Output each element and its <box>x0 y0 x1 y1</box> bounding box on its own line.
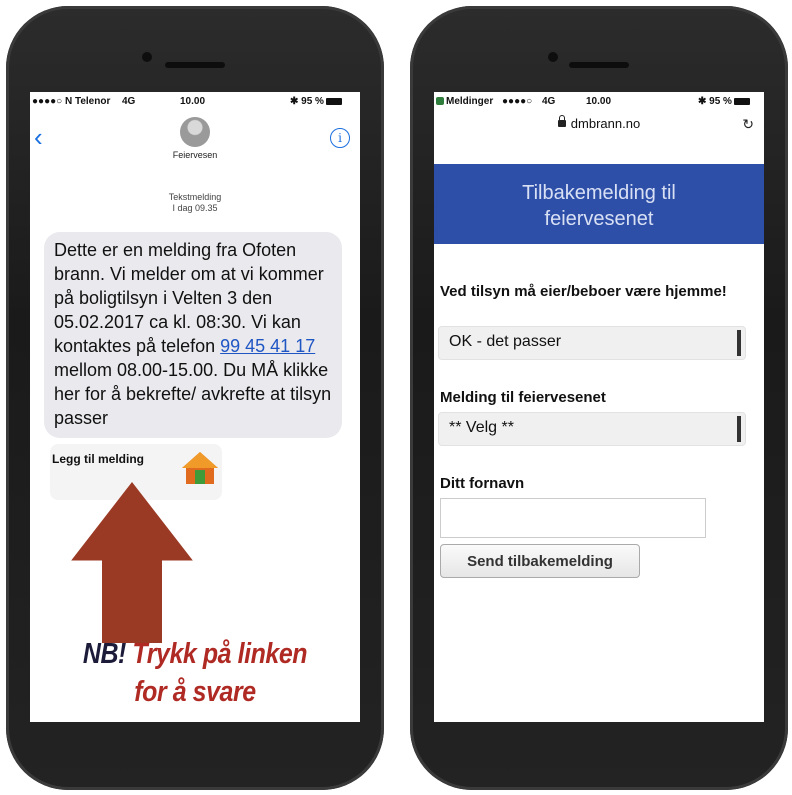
network-label: 4G <box>542 96 556 107</box>
message-select[interactable]: ** Velg ** <box>438 412 746 446</box>
callout-line-1: NB! Trykk på linken <box>53 638 337 671</box>
presence-select[interactable]: OK - det passer <box>438 326 746 360</box>
back-to-app-label[interactable]: Meldinger <box>436 96 493 107</box>
battery-icon <box>325 97 342 105</box>
front-camera <box>548 52 558 62</box>
status-bar: Meldinger ●●●●○ 4G 10.00 ✱ 95 % <box>434 96 764 110</box>
front-camera <box>142 52 152 62</box>
messages-screen: ●●●●○ N Telenor 4G 10.00 ✱ 95 % ‹ Feierv… <box>30 92 360 722</box>
signal-label: ●●●●○ <box>502 96 533 107</box>
address-bar[interactable]: dmbrann.no <box>434 115 764 136</box>
field1-label: Ved tilsyn må eier/beboer være hjemme! <box>440 283 727 300</box>
contact-name[interactable]: Feiervesen <box>30 150 360 160</box>
field2-label: Melding til feiervesenet <box>440 389 606 406</box>
callout-text-1: Trykk på linken <box>132 638 308 670</box>
earpiece-speaker <box>569 62 629 68</box>
message-text: Dette er en melding fra Ofoten brann. Vi… <box>54 238 340 430</box>
presence-select-value: OK - det passer <box>449 333 562 350</box>
browser-screen: Meldinger ●●●●○ 4G 10.00 ✱ 95 % dmbrann.… <box>434 92 764 722</box>
select-handle-icon <box>737 416 741 442</box>
field3-label: Ditt fornavn <box>440 475 525 492</box>
earpiece-speaker <box>165 62 225 68</box>
right-phone: Meldinger ●●●●○ 4G 10.00 ✱ 95 % dmbrann.… <box>410 6 788 790</box>
link-preview-title[interactable]: Legg til melding <box>52 452 144 466</box>
message-kind: Tekstmelding <box>168 192 222 202</box>
clock: 10.00 <box>180 96 206 107</box>
send-feedback-button[interactable]: Send tilbakemelding <box>440 544 640 578</box>
battery-label: ✱ 95 % <box>290 96 342 107</box>
message-select-value: ** Velg ** <box>449 419 514 436</box>
select-handle-icon <box>737 330 741 356</box>
status-bar: ●●●●○ N Telenor 4G 10.00 ✱ 95 % <box>30 96 360 110</box>
message-bubble: Dette er en melding fra Ofoten brann. Vi… <box>44 232 342 438</box>
left-phone: ●●●●○ N Telenor 4G 10.00 ✱ 95 % ‹ Feierv… <box>6 6 384 790</box>
callout-line-2: for å svare <box>134 676 256 708</box>
carrier-label: ●●●●○ N Telenor <box>32 96 111 107</box>
chevron-left-icon[interactable]: ‹ <box>34 122 43 153</box>
page-title: Tilbakemelding til feiervesenet <box>522 182 676 230</box>
callout-prefix: NB! <box>82 638 126 670</box>
phone-link[interactable]: 99 45 41 17 <box>220 336 315 356</box>
battery-icon <box>733 97 750 105</box>
message-meta: Tekstmelding I dag 09.35 <box>30 192 360 214</box>
first-name-input[interactable] <box>440 498 706 538</box>
battery-label: ✱ 95 % <box>698 96 750 107</box>
message-time: I dag 09.35 <box>172 203 218 213</box>
network-label: 4G <box>122 96 136 107</box>
up-arrow-icon <box>68 482 196 643</box>
contact-avatar-icon[interactable] <box>180 117 210 147</box>
clock: 10.00 <box>586 96 612 107</box>
info-icon[interactable]: i <box>330 128 350 148</box>
reload-icon[interactable]: ↻ <box>742 116 754 133</box>
url-text[interactable]: dmbrann.no <box>571 116 640 131</box>
messages-app-icon <box>436 97 444 106</box>
lock-icon <box>557 115 566 127</box>
message-text-part2: mellom 08.00-15.00. Du MÅ klikke her for… <box>54 360 332 428</box>
